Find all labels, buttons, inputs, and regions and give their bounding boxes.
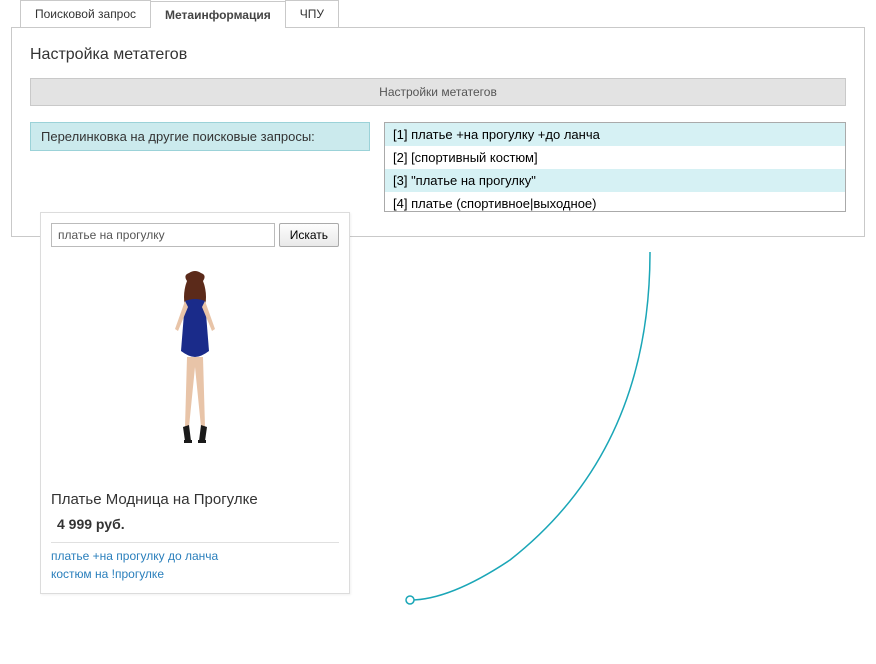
preview-card: Искать Платье Модница на Прогулке 4 999 … — [40, 212, 350, 594]
search-button[interactable]: Искать — [279, 223, 339, 247]
model-illustration — [145, 267, 245, 477]
tabs-bar: Поисковой запрос Метаинформация ЧПУ — [20, 0, 876, 27]
related-links: платье +на прогулку до ланча костюм на !… — [51, 542, 339, 581]
preview-search-bar: Искать — [51, 223, 339, 247]
panel-title: Настройка метатегов — [30, 46, 846, 64]
interlink-listbox[interactable]: [1] платье +на прогулку +до ланча [2] [с… — [384, 122, 846, 212]
listbox-option[interactable]: [3] "платье на прогулку" — [385, 169, 845, 192]
listbox-option[interactable]: [1] платье +на прогулку +до ланча — [385, 123, 845, 146]
product-title: Платье Модница на Прогулке — [51, 491, 339, 508]
tab-search-query[interactable]: Поисковой запрос — [20, 0, 151, 27]
product-price: 4 999 руб. — [51, 516, 339, 532]
section-header: Настройки метатегов — [30, 78, 846, 106]
listbox-option[interactable]: [4] платье (спортивное|выходное) — [385, 192, 845, 212]
related-link[interactable]: платье +на прогулку до ланча — [51, 549, 339, 563]
interlink-row: Перелинковка на другие поисковые запросы… — [30, 122, 846, 212]
tab-sef[interactable]: ЧПУ — [285, 0, 339, 27]
listbox-option[interactable]: [2] [спортивный костюм] — [385, 146, 845, 169]
related-link[interactable]: костюм на !прогулке — [51, 567, 339, 581]
interlink-label: Перелинковка на другие поисковые запросы… — [30, 122, 370, 151]
search-input[interactable] — [51, 223, 275, 247]
connector-arrow — [350, 250, 710, 620]
main-panel: Настройка метатегов Настройки метатегов … — [11, 27, 865, 237]
product-image — [51, 257, 339, 477]
tab-metainformation[interactable]: Метаинформация — [150, 1, 286, 28]
